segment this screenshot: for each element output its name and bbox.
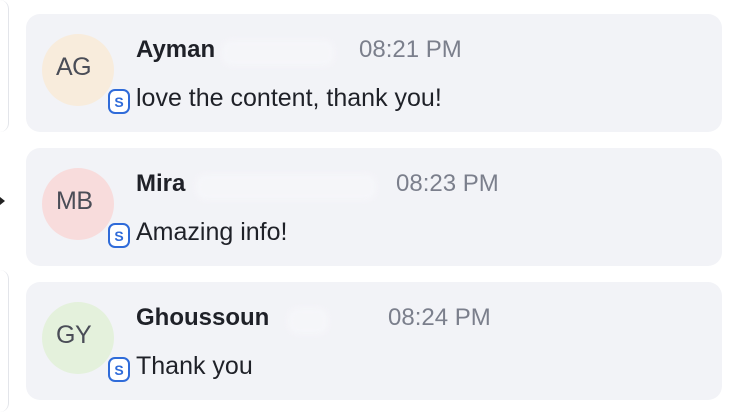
avatar: MB S	[42, 168, 130, 248]
chat-message[interactable]: MB S Mira 08:23 PM Amazing info!	[26, 148, 722, 266]
chat-message[interactable]: AG S Ayman 08:21 PM love the content, th…	[26, 14, 722, 132]
panel-edge	[0, 0, 9, 132]
badge-letter: S	[114, 227, 124, 244]
sender-name: Mira	[136, 170, 186, 197]
avatar: AG S	[42, 34, 130, 114]
avatar: GY S	[42, 302, 130, 382]
avatar-initials: AG	[56, 53, 92, 81]
message-text: love the content, thank you!	[136, 84, 442, 112]
panel-edge	[0, 270, 9, 412]
s-badge-icon: S	[108, 89, 130, 114]
badge-letter: S	[114, 93, 124, 110]
s-badge-icon: S	[108, 357, 130, 382]
chat-message[interactable]: GY S Ghoussoun 08:24 PM Thank you	[26, 282, 722, 400]
message-time: 08:23 PM	[396, 170, 499, 197]
badge-letter: S	[114, 361, 124, 378]
redacted-surname	[222, 40, 334, 66]
message-time: 08:21 PM	[359, 36, 462, 63]
s-badge-icon: S	[108, 223, 130, 248]
sender-name: Ghoussoun	[136, 304, 270, 331]
avatar-initials: GY	[56, 321, 92, 349]
sender-name: Ayman	[136, 36, 216, 63]
message-text: Thank you	[136, 352, 253, 380]
redacted-surname	[196, 174, 376, 200]
collapse-arrow-icon[interactable]	[0, 197, 5, 205]
message-text: Amazing info!	[136, 218, 288, 246]
avatar-initials: MB	[56, 187, 93, 215]
message-time: 08:24 PM	[388, 304, 491, 331]
redacted-surname	[288, 308, 328, 334]
